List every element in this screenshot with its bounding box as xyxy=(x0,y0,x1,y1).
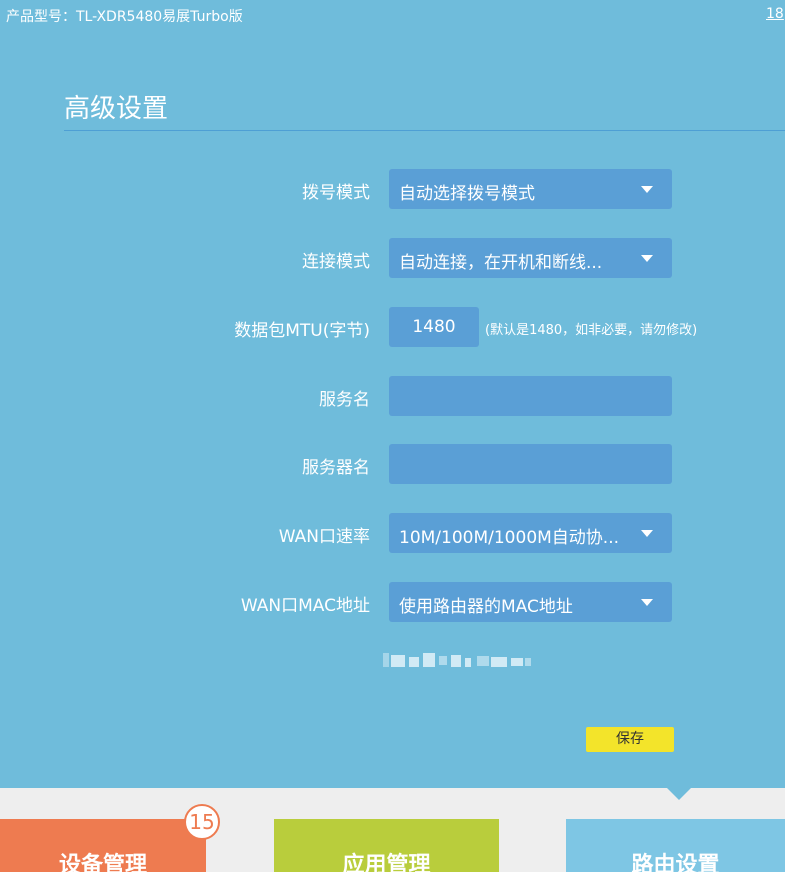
chevron-down-icon xyxy=(641,530,653,537)
server-name-input[interactable] xyxy=(389,444,672,484)
wan-mac-label: WAN口MAC地址 xyxy=(240,596,370,616)
dial-mode-label: 拨号模式 xyxy=(302,183,370,203)
dial-mode-row: 拨号模式 自动选择拨号模式 xyxy=(0,169,785,209)
top-bar: 产品型号：TL-XDR5480易展Turbo版 18 xyxy=(0,0,785,30)
dial-mode-value: 自动选择拨号模式 xyxy=(399,184,535,204)
connect-mode-row: 连接模式 自动连接，在开机和断线... xyxy=(0,238,785,278)
wan-speed-value: 10M/100M/1000M自动协... xyxy=(399,528,620,548)
mtu-value: 1480 xyxy=(412,317,456,337)
app-management-tile[interactable]: 应用管理 xyxy=(274,819,499,872)
wan-speed-select[interactable]: 10M/100M/1000M自动协... xyxy=(389,513,672,553)
chevron-down-icon xyxy=(641,186,653,193)
connect-mode-value: 自动连接，在开机和断线... xyxy=(399,253,603,273)
mtu-label: 数据包MTU(字节) xyxy=(234,321,370,341)
device-count-badge: 15 xyxy=(184,804,220,840)
dial-mode-select[interactable]: 自动选择拨号模式 xyxy=(389,169,672,209)
service-name-row: 服务名 xyxy=(0,376,785,416)
product-model: 产品型号：TL-XDR5480易展Turbo版 xyxy=(6,9,243,25)
connect-mode-select[interactable]: 自动连接，在开机和断线... xyxy=(389,238,672,278)
chevron-down-icon xyxy=(641,599,653,606)
device-management-tile[interactable]: 设备管理 xyxy=(0,819,206,872)
wan-speed-row: WAN口速率 10M/100M/1000M自动协... xyxy=(0,513,785,553)
chevron-down-icon xyxy=(641,255,653,262)
redacted-mac-address xyxy=(383,653,533,667)
service-name-input[interactable] xyxy=(389,376,672,416)
service-name-label: 服务名 xyxy=(319,390,370,410)
wan-mac-row: WAN口MAC地址 使用路由器的MAC地址 xyxy=(0,582,785,622)
mtu-hint: (默认是1480，如非必要，请勿修改) xyxy=(485,323,698,338)
top-right-link[interactable]: 18 xyxy=(766,6,784,22)
server-name-label: 服务器名 xyxy=(302,458,370,478)
server-name-row: 服务器名 xyxy=(0,444,785,484)
mtu-input[interactable]: 1480 xyxy=(389,307,479,347)
connect-mode-label: 连接模式 xyxy=(302,252,370,272)
title-divider xyxy=(64,130,785,131)
router-settings-tile[interactable]: 路由设置 xyxy=(566,819,785,872)
page-title: 高级设置 xyxy=(64,94,169,124)
wan-speed-label: WAN口速率 xyxy=(278,527,370,547)
wan-mac-value: 使用路由器的MAC地址 xyxy=(399,597,573,617)
mtu-row: 数据包MTU(字节) 1480 (默认是1480，如非必要，请勿修改) xyxy=(0,307,785,347)
save-button[interactable]: 保存 xyxy=(586,727,674,752)
active-tab-indicator xyxy=(667,788,691,800)
wan-mac-select[interactable]: 使用路由器的MAC地址 xyxy=(389,582,672,622)
